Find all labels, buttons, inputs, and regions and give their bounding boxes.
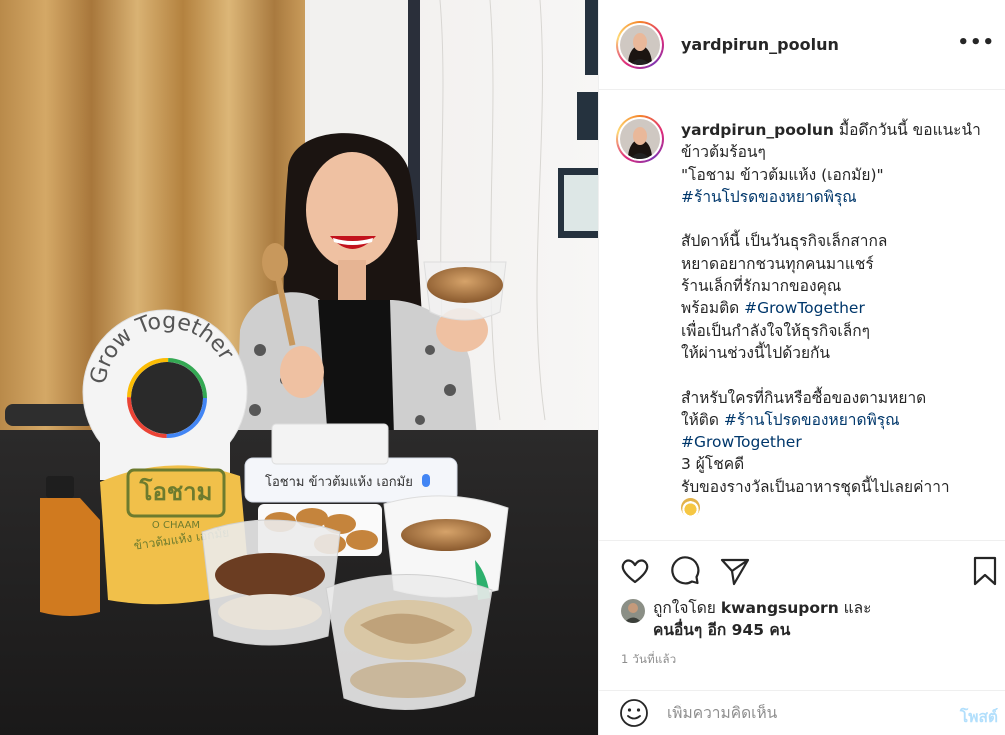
caption-text: yardpirun_poolun มื้อดึกวันนี้ ขอแนะนำ ข… (681, 119, 999, 520)
author-username[interactable]: yardpirun_poolun (681, 35, 839, 54)
grow-together-sign: Grow Together (82, 309, 248, 480)
smile-icon[interactable] (619, 698, 649, 728)
hashtag-link[interactable]: #ร้านโปรดของหยาดพิรุณ (724, 411, 900, 429)
more-options-icon[interactable]: ••• (957, 34, 995, 52)
caption-line: "โอชาม ข้าวต้มแห้ง (เอกมัย)" (681, 165, 884, 184)
hashtag-link[interactable]: #ร้านโปรดของหยาดพิรุณ (681, 188, 857, 206)
liker-avatar[interactable] (621, 599, 645, 623)
caption-line: สำหรับใครที่กินหรือซื้อของตามหยาด (681, 388, 927, 407)
caption-username[interactable]: yardpirun_poolun (681, 121, 834, 139)
caption-line: ให้ติด (681, 410, 724, 429)
caption-line: 3 ผู้โชคดี (681, 455, 745, 474)
caption-line: สัปดาห์นี้ เป็นวันธุรกิจเล็กสากล (681, 232, 888, 251)
hashtag-link[interactable]: #GrowTogether (681, 433, 802, 451)
comment-input[interactable] (667, 704, 927, 722)
svg-text:โอชาม: โอชาม (139, 477, 213, 506)
caption-line: ร้านเล็กที่รักมากของคุณ (681, 277, 842, 296)
caption-line: เพื่อเป็นกำลังใจให้ธุรกิจเล็กๆ (681, 321, 870, 340)
likes-summary: ถูกใจโดย kwangsuporn และ คนอื่นๆ อีก 945… (621, 597, 871, 641)
caption-section: yardpirun_poolun มื้อดึกวันนี้ ขอแนะนำ ข… (599, 91, 1005, 539)
likes-prefix: ถูกใจโดย (653, 599, 721, 617)
caption-line: หยาดอยากชวนทุกคนมาแชร์ (681, 254, 874, 273)
food-emoji-icon (681, 498, 700, 518)
likes-and: และ (838, 599, 872, 617)
caption-line: รับของรางวัลเป็นอาหารชุดนี้ไปเลยค่าาา (681, 477, 950, 496)
photo-illustration: Grow Together โอชาม O CHAAM ข้าวต้มแห้ง … (0, 0, 598, 735)
post-side-panel: yardpirun_poolun ••• yardpirun_poolun มื… (598, 0, 1005, 735)
post-header: yardpirun_poolun ••• (599, 0, 1005, 90)
caption-line: มื้อดึกวันนี้ ขอแนะนำ (833, 121, 981, 139)
liker-username[interactable]: kwangsuporn (721, 599, 839, 617)
post-photo[interactable]: Grow Together โอชาม O CHAAM ข้าวต้มแห้ง … (0, 0, 598, 735)
caption-line: ให้ผ่านช่วงนี้ไปด้วยกัน (681, 343, 831, 362)
caption-author-avatar[interactable] (616, 115, 664, 163)
author-avatar[interactable] (616, 20, 664, 69)
likes-others-link[interactable]: คนอื่นๆ อีก 945 คน (653, 621, 790, 639)
bookmark-icon[interactable] (969, 555, 1001, 587)
caption-line: ข้าวต้มร้อนๆ (681, 143, 766, 162)
comment-bar: โพสต์ (599, 690, 1005, 735)
svg-text:O CHAAM: O CHAAM (152, 520, 200, 531)
comment-icon[interactable] (669, 555, 701, 587)
post-comment-button[interactable]: โพสต์ (960, 704, 998, 729)
heart-icon[interactable] (619, 555, 651, 587)
post-timestamp[interactable]: 1 วันที่แล้ว (621, 651, 676, 669)
caption-line: พร้อมติด (681, 299, 745, 318)
post-actions: ถูกใจโดย kwangsuporn และ คนอื่นๆ อีก 945… (599, 540, 1005, 690)
svg-text:โอชาม ข้าวต้มแห้ง เอกมัย: โอชาม ข้าวต้มแห้ง เอกมัย (265, 474, 413, 490)
share-icon[interactable] (719, 555, 751, 587)
hashtag-link[interactable]: #GrowTogether (744, 299, 865, 317)
